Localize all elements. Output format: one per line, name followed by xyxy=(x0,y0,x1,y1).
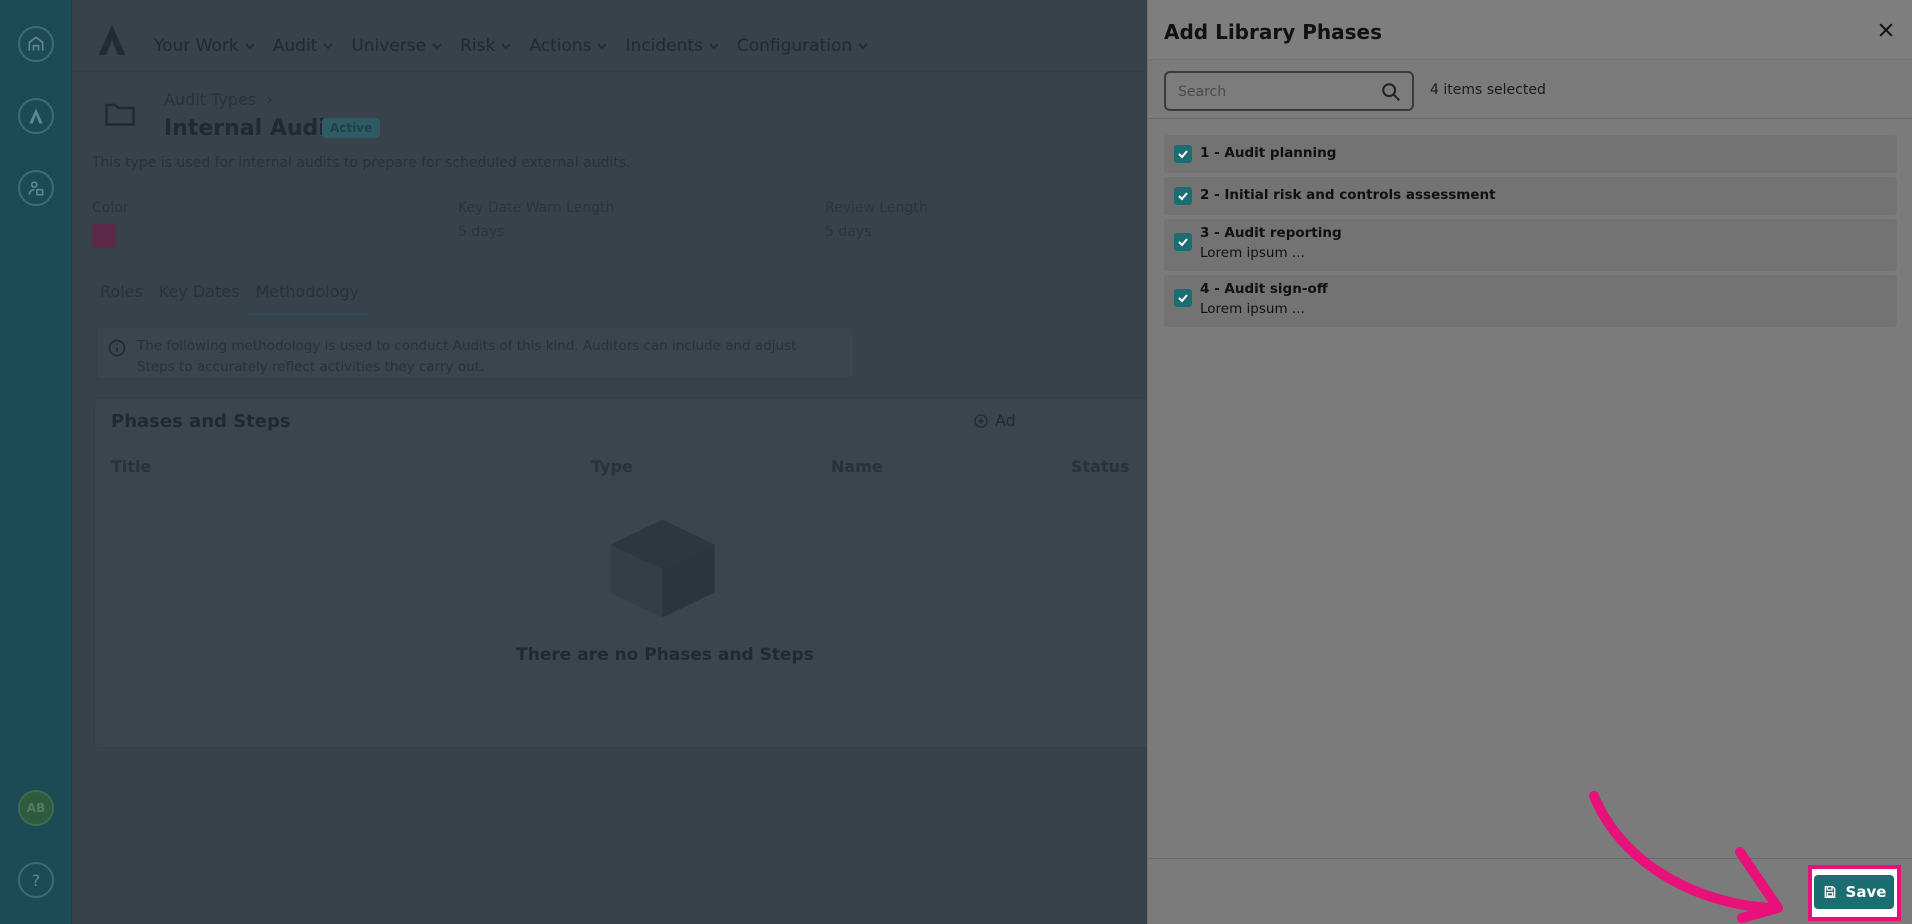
review-value: 5 days xyxy=(825,224,872,240)
search-input[interactable] xyxy=(1178,81,1368,103)
check-icon xyxy=(1178,150,1188,159)
list-item[interactable]: 3 - Audit reporting Lorem ipsum ... xyxy=(1164,219,1897,271)
nav-configuration[interactable]: Configuration xyxy=(737,36,868,56)
save-button[interactable]: Save xyxy=(1814,875,1894,909)
nav-your-work[interactable]: Your Work xyxy=(154,36,255,56)
item-subtitle: Lorem ipsum ... xyxy=(1200,245,1305,261)
close-icon[interactable] xyxy=(1876,20,1896,40)
list-item[interactable]: 4 - Audit sign-off Lorem ipsum ... xyxy=(1164,275,1897,327)
checkbox-checked[interactable] xyxy=(1174,187,1192,205)
check-icon xyxy=(1178,238,1188,247)
help-icon[interactable]: ? xyxy=(18,862,54,898)
list-item[interactable]: 1 - Audit planning xyxy=(1164,135,1897,173)
item-title: 3 - Audit reporting xyxy=(1200,225,1342,241)
chevron-down-icon xyxy=(245,43,255,50)
plus-circle-icon xyxy=(974,413,988,428)
add-library-phases-drawer: Add Library Phases 4 items selected 1 - … xyxy=(1147,0,1912,924)
search-icon[interactable] xyxy=(1380,81,1402,103)
item-title: 1 - Audit planning xyxy=(1200,145,1337,161)
check-icon xyxy=(1178,294,1188,303)
save-icon xyxy=(1824,886,1835,898)
chevron-down-icon xyxy=(858,43,868,50)
empty-box-icon xyxy=(610,519,715,618)
breadcrumb[interactable]: Audit Types › xyxy=(164,90,273,109)
phases-panel: Phases and Steps Ad Title Type Name Stat… xyxy=(94,398,1154,748)
color-label: Color xyxy=(92,200,129,216)
chevron-down-icon xyxy=(323,43,333,50)
keydate-value: 5 days xyxy=(458,224,505,240)
folder-icon xyxy=(105,103,135,126)
chevron-down-icon xyxy=(597,43,608,50)
item-subtitle: Lorem ipsum ... xyxy=(1200,301,1305,317)
column-header-type[interactable]: Type xyxy=(591,457,633,476)
drawer-footer: l Save xyxy=(1148,858,1912,924)
app-logo-icon[interactable] xyxy=(18,98,54,134)
chevron-down-icon xyxy=(709,43,719,50)
nav-menu: Your Work Audit Universe Risk Actions In… xyxy=(154,36,868,56)
review-label: Review Length xyxy=(825,200,928,216)
item-title: 4 - Audit sign-off xyxy=(1200,281,1328,297)
panel-title: Phases and Steps xyxy=(111,411,291,432)
checkbox-checked[interactable] xyxy=(1174,233,1192,251)
top-nav: Your Work Audit Universe Risk Actions In… xyxy=(72,0,1147,72)
item-title: 2 - Initial risk and controls assessment xyxy=(1200,187,1496,203)
selected-count: 4 items selected xyxy=(1430,82,1546,98)
drawer-title: Add Library Phases xyxy=(1164,20,1382,44)
column-header-status[interactable]: Status xyxy=(1071,457,1130,476)
nav-audit[interactable]: Audit xyxy=(273,36,334,56)
cancel-button[interactable]: l xyxy=(1762,881,1766,899)
page-description: This type is used for internal audits to… xyxy=(92,155,631,171)
column-header-name[interactable]: Name xyxy=(831,457,883,476)
home-icon[interactable] xyxy=(18,26,54,62)
empty-state-text: There are no Phases and Steps xyxy=(516,645,814,665)
search-box[interactable] xyxy=(1164,71,1414,111)
divider xyxy=(1148,118,1912,119)
avatar[interactable]: AB xyxy=(18,790,54,826)
chevron-down-icon xyxy=(432,43,442,50)
check-icon xyxy=(1178,192,1188,201)
tabs: Roles Key Dates Methodology xyxy=(92,282,368,315)
status-badge: Active xyxy=(322,118,381,138)
tab-key-dates[interactable]: Key Dates xyxy=(151,282,248,315)
list-item[interactable]: 2 - Initial risk and controls assessment xyxy=(1164,177,1897,215)
left-rail: AB ? xyxy=(0,0,72,924)
add-phase-button[interactable]: Ad xyxy=(973,411,1016,430)
checkbox-checked[interactable] xyxy=(1174,145,1192,163)
info-banner: The following methodology is used to con… xyxy=(96,327,854,379)
info-text: The following methodology is used to con… xyxy=(137,338,797,375)
nav-incidents[interactable]: Incidents xyxy=(625,36,719,56)
user-switch-icon[interactable] xyxy=(18,170,54,206)
nav-risk[interactable]: Risk xyxy=(460,36,511,56)
nav-actions[interactable]: Actions xyxy=(529,36,608,56)
brand-logo-icon[interactable] xyxy=(94,22,130,58)
main-content: Your Work Audit Universe Risk Actions In… xyxy=(72,0,1154,924)
column-header-title[interactable]: Title xyxy=(111,457,151,476)
color-swatch xyxy=(92,224,116,248)
tab-roles[interactable]: Roles xyxy=(92,282,151,315)
chevron-down-icon xyxy=(501,43,511,50)
keydate-label: Key Date Warn Length xyxy=(458,200,615,216)
checkbox-checked[interactable] xyxy=(1174,289,1192,307)
nav-universe[interactable]: Universe xyxy=(351,36,442,56)
page-title: Internal Audit xyxy=(164,116,337,141)
phase-list: 1 - Audit planning 2 - Initial risk and … xyxy=(1164,135,1897,331)
tab-methodology[interactable]: Methodology xyxy=(247,282,368,315)
info-icon xyxy=(108,339,126,357)
